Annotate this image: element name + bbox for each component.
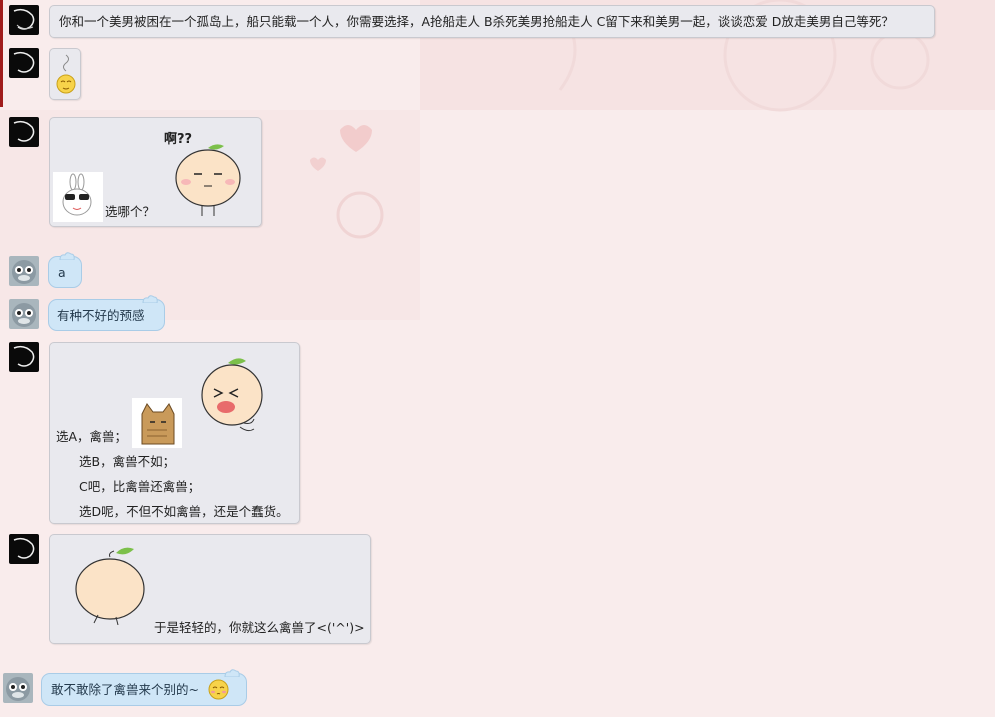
message-bubble[interactable]: 选A，禽兽； 选B，禽兽不如； C吧，比禽兽还禽兽； 选D呢，不但不如禽兽，还是… (49, 342, 300, 524)
avatar[interactable] (9, 299, 39, 329)
avatar[interactable] (9, 534, 39, 564)
message-bubble[interactable]: 有种不好的预感 (48, 295, 165, 331)
message-text: 于是轻轻的，你就这么禽兽了<('^')> (154, 620, 365, 635)
bubble-cloud-icon (142, 295, 158, 303)
avatar-ink-drawing-icon (13, 537, 35, 559)
left-accent-mark (0, 0, 3, 107)
peach-back-sticker-icon (75, 547, 145, 625)
rabbit-sunglasses-sticker-icon (53, 172, 103, 222)
message-line: 选D呢，不但不如禽兽，还是个蠢货。 (79, 504, 289, 519)
avatar-seal-icon (6, 677, 30, 701)
message-bubble[interactable]: a (48, 252, 82, 288)
message-line: 选A，禽兽； (56, 429, 128, 444)
message-text: 你和一个美男被困在一个孤岛上，船只能载一个人，你需要选择，A抢船走人 B杀死美男… (59, 14, 894, 29)
laughing-peach-sticker-icon (201, 358, 263, 432)
cat-sticker-icon (132, 398, 182, 448)
message-bubble[interactable]: 于是轻轻的，你就这么禽兽了<('^')> (49, 534, 371, 644)
avatar-ink-drawing-icon (13, 8, 35, 30)
avatar[interactable] (9, 117, 39, 147)
message-text: 敢不敢除了禽兽来个别的~ (51, 682, 199, 697)
avatar[interactable] (9, 5, 39, 35)
avatar-ink-drawing-icon (13, 345, 35, 367)
avatar[interactable] (9, 256, 39, 286)
dizzy-smiley-icon (56, 54, 76, 94)
message-text: a (58, 265, 66, 280)
avatar-ink-drawing-icon (13, 120, 35, 142)
message-line: C吧，比禽兽还禽兽； (79, 479, 201, 494)
message-line: 选B，禽兽不如； (79, 454, 176, 469)
message-bubble[interactable] (49, 48, 81, 100)
avatar[interactable] (3, 673, 33, 703)
message-bubble[interactable]: 敢不敢除了禽兽来个别的~ (41, 669, 247, 706)
bubble-cloud-icon (59, 252, 75, 260)
avatar[interactable] (9, 48, 39, 78)
avatar-seal-icon (12, 303, 36, 327)
avatar-seal-icon (12, 260, 36, 284)
message-bubble[interactable]: 你和一个美男被困在一个孤岛上，船只能载一个人，你需要选择，A抢船走人 B杀死美男… (49, 5, 935, 38)
avatar-ink-drawing-icon (13, 51, 35, 73)
shy-smiley-icon (208, 679, 229, 700)
avatar[interactable] (9, 342, 39, 372)
message-text: 选哪个？ (105, 204, 156, 219)
message-bubble[interactable]: 选哪个？ 啊?? (49, 117, 262, 227)
message-text: 有种不好的预感 (57, 308, 145, 323)
peach-character-sticker-icon (175, 144, 241, 216)
bubble-cloud-icon (224, 669, 240, 677)
